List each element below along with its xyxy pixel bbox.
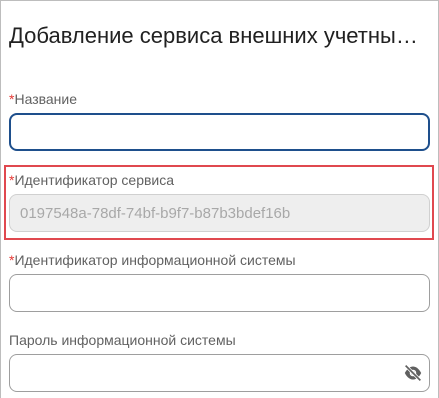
name-label: *Название bbox=[9, 91, 77, 107]
service-id-label: *Идентификатор сервиса bbox=[9, 172, 174, 188]
info-system-password-label: Пароль информационной системы bbox=[9, 332, 236, 348]
info-system-id-label: *Идентификатор информационной системы bbox=[9, 252, 296, 268]
dialog-title: Добавление сервиса внешних учетных запис… bbox=[9, 23, 425, 48]
service-id-input bbox=[9, 194, 430, 232]
name-input[interactable] bbox=[9, 113, 430, 151]
info-system-id-label-text: Идентификатор информационной системы bbox=[14, 252, 296, 268]
info-system-password-input[interactable] bbox=[9, 354, 430, 392]
name-label-text: Название bbox=[14, 91, 78, 107]
eye-off-icon[interactable] bbox=[403, 364, 423, 382]
service-id-label-text: Идентификатор сервиса bbox=[14, 172, 175, 188]
info-system-id-input[interactable] bbox=[9, 274, 430, 312]
dialog-panel: Добавление сервиса внешних учетных запис… bbox=[0, 0, 439, 398]
